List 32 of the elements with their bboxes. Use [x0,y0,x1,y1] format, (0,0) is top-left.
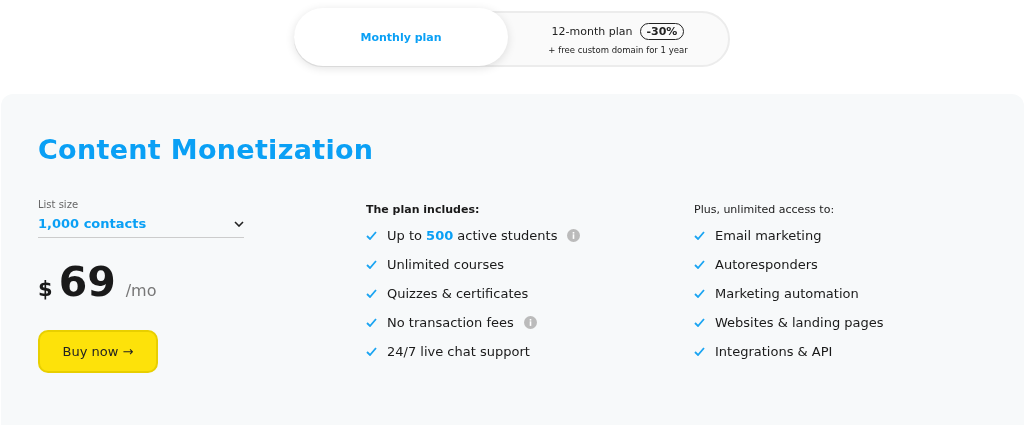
check-icon [694,318,705,327]
feature-text: Email marketing [715,228,822,243]
info-icon[interactable] [567,229,581,242]
check-icon [694,231,705,240]
check-icon [366,260,377,269]
plan-tab[interactable]: 12-month plan -30% + free custom domain for 1 year [508,13,728,65]
currency: $ [38,277,53,301]
feature-text: Websites & landing pages [715,315,884,330]
info-icon[interactable] [523,316,537,329]
check-icon [694,289,705,298]
check-icon [366,289,377,298]
price: 69 [58,258,116,306]
feature-text: Integrations & API [715,344,833,359]
plan-title: Content Monetization [38,134,375,165]
price-period: /mo [125,281,157,300]
feature-text: Quizzes & certificates [387,286,529,301]
check-icon [366,231,377,240]
buy-now-button[interactable]: Buy now → [38,330,158,373]
check-icon [366,347,377,356]
feature-text: 24/7 live chat support [387,344,530,359]
feature-text: No transaction fees [387,315,514,330]
check-icon [366,318,377,327]
feature-text: Autoresponders [715,257,818,272]
feature-text: Marketing automation [715,286,859,301]
feature-text: Unlimited courses [387,257,504,272]
section-heading: The plan includes: [366,203,480,216]
section-heading: Plus, unlimited access to: [694,203,835,216]
check-icon [694,347,705,356]
check-icon [694,260,705,269]
chevron-icon [234,220,244,227]
feature-text: Up to 500 active students [387,228,558,243]
field-label: List size [38,199,79,210]
